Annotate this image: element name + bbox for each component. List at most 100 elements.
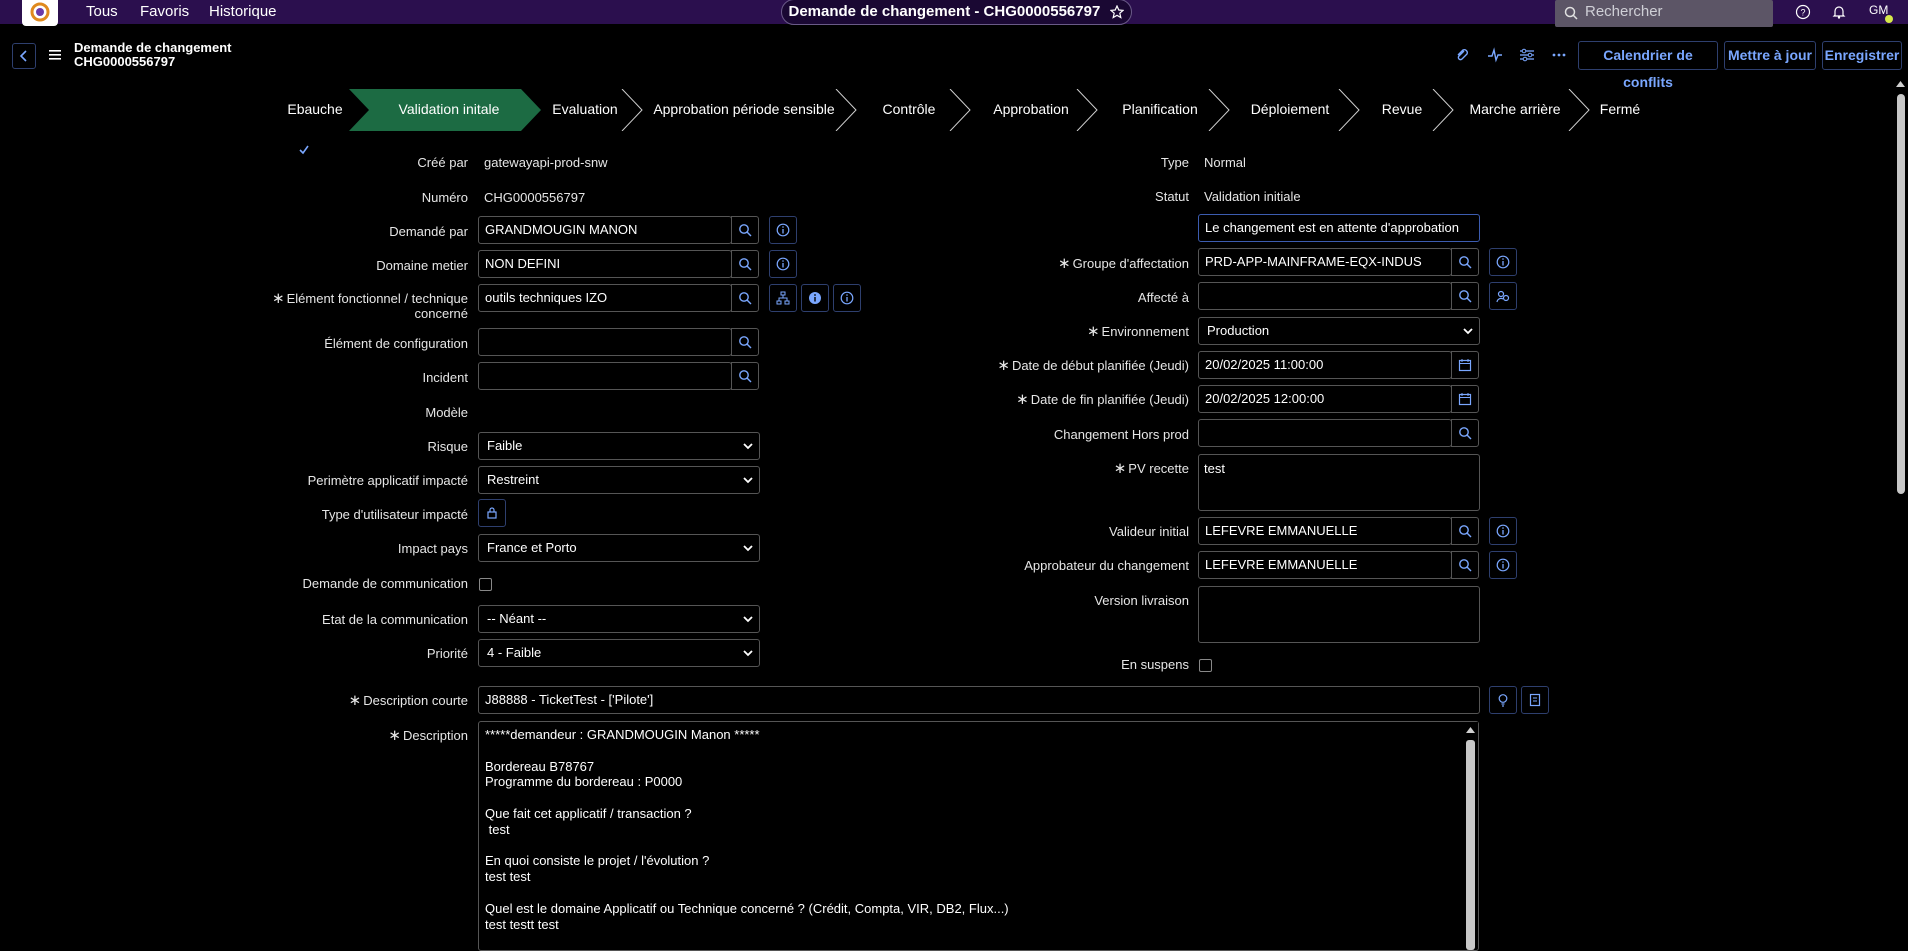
stage-approbation[interactable]: Approbation — [975, 89, 1087, 131]
nav-history[interactable]: Historique — [209, 3, 277, 20]
assigned-to-field[interactable] — [1198, 282, 1452, 310]
business-domain-info-button[interactable] — [769, 250, 797, 278]
planned-start-field[interactable]: 20/02/2025 11:00:00 — [1198, 351, 1452, 379]
template-button[interactable] — [1521, 686, 1549, 714]
page-scroll-thumb[interactable] — [1897, 94, 1905, 494]
required-marker: ∗ — [1016, 391, 1029, 408]
requested-by-field[interactable]: GRANDMOUGIN MANON — [478, 216, 732, 244]
planned-start-calendar-button[interactable] — [1451, 351, 1479, 379]
change-approver-label: Approbateur du changement — [1024, 558, 1189, 573]
avatar[interactable]: GM — [1869, 3, 1888, 17]
record-title-pill[interactable]: Demande de changement - CHG0000556797 — [781, 0, 1132, 25]
stage-ferme[interactable]: Fermé — [1595, 89, 1645, 131]
environment-select[interactable]: Production — [1198, 317, 1480, 345]
assigned-to-lookup-button[interactable] — [1451, 282, 1479, 310]
description-scrollbar[interactable] — [1463, 722, 1478, 950]
incident-lookup-button[interactable] — [731, 362, 759, 390]
more-options-icon[interactable] — [1551, 47, 1567, 63]
risk-select[interactable]: Faible — [478, 432, 760, 460]
hamburger-menu-icon[interactable] — [49, 50, 61, 60]
back-button[interactable] — [12, 43, 36, 69]
nav-all[interactable]: Tous — [86, 3, 118, 20]
functional-element-lookup-button[interactable] — [731, 284, 759, 312]
configuration-item-lookup-button[interactable] — [731, 328, 759, 356]
on-hold-label: En suspens — [1121, 657, 1189, 672]
stage-ebauche[interactable]: Ebauche — [255, 89, 351, 155]
test-report-label: ∗ PV recette — [1113, 460, 1189, 477]
functional-element-alert-button[interactable] — [801, 284, 829, 312]
activity-icon[interactable] — [1487, 47, 1503, 63]
required-marker: ∗ — [997, 357, 1010, 374]
stage-revue[interactable]: Revue — [1367, 89, 1437, 131]
scroll-up-icon[interactable] — [1895, 80, 1906, 88]
change-approver-lookup-button[interactable] — [1451, 551, 1479, 579]
description-textarea[interactable]: *****demandeur : GRANDMOUGIN Manon *****… — [478, 721, 1479, 951]
bell-icon[interactable] — [1831, 4, 1847, 20]
stage-marche-arriere[interactable]: Marche arrière — [1455, 89, 1575, 131]
attachment-icon[interactable] — [1454, 47, 1470, 63]
short-description-field[interactable]: J88888 - TicketTest - ['Pilote'] — [478, 686, 1480, 714]
business-domain-field[interactable]: NON DEFINI — [478, 250, 732, 278]
save-button[interactable]: Enregistrer — [1822, 41, 1902, 70]
assigned-to-users-button[interactable] — [1489, 282, 1517, 310]
communication-state-select[interactable]: -- Néant -- — [478, 605, 760, 633]
state-value: Validation initiale — [1204, 189, 1301, 204]
environment-value: Production — [1207, 323, 1270, 338]
non-prod-change-lookup-button[interactable] — [1451, 419, 1479, 447]
requested-by-lookup-button[interactable] — [731, 216, 759, 244]
personalize-icon[interactable] — [1519, 47, 1535, 63]
country-impact-label: Impact pays — [397, 541, 468, 556]
description-label: ∗ Description — [388, 727, 468, 744]
stage-deploiement[interactable]: Déploiement — [1235, 89, 1345, 131]
assignment-group-lookup-button[interactable] — [1451, 248, 1479, 276]
approval-pending-field[interactable]: Le changement est en attente d'approbati… — [1198, 214, 1480, 242]
description-scroll-thumb[interactable] — [1466, 740, 1475, 950]
stage-evaluation[interactable]: Evaluation — [535, 89, 635, 131]
update-button[interactable]: Mettre à jour — [1724, 41, 1816, 70]
planned-end-field[interactable]: 20/02/2025 12:00:00 — [1198, 385, 1452, 413]
created-by-value: gatewayapi-prod-snw — [484, 155, 608, 170]
dependency-map-button[interactable] — [769, 284, 797, 312]
chevron-down-icon — [742, 648, 754, 658]
communication-request-checkbox[interactable] — [479, 578, 492, 591]
user-type-unlock-button[interactable] — [478, 499, 506, 527]
conflict-calendar-button[interactable]: Calendrier de conflits — [1578, 41, 1718, 90]
non-prod-change-field[interactable] — [1198, 419, 1452, 447]
requested-by-info-button[interactable] — [769, 216, 797, 244]
suggestion-button[interactable] — [1489, 686, 1517, 714]
svg-text:?: ? — [1800, 8, 1805, 18]
functional-element-info-button[interactable] — [833, 284, 861, 312]
presence-dot — [1885, 15, 1893, 23]
help-icon[interactable]: ? — [1795, 4, 1811, 20]
scope-value: Restreint — [487, 472, 540, 487]
assignment-group-info-button[interactable] — [1489, 248, 1517, 276]
change-approver-info-button[interactable] — [1489, 551, 1517, 579]
release-version-textarea[interactable] — [1198, 586, 1480, 643]
test-report-textarea[interactable]: test — [1198, 454, 1480, 511]
priority-select[interactable]: 4 - Faible — [478, 639, 760, 667]
on-hold-checkbox[interactable] — [1199, 659, 1212, 672]
stage-planification[interactable]: Planification — [1105, 89, 1215, 131]
star-icon[interactable] — [1110, 5, 1125, 19]
stage-approbation-periode-sensible[interactable]: Approbation période sensible — [649, 89, 839, 131]
stage-validation-initiale[interactable]: Validation initale — [369, 89, 529, 131]
nav-favorites[interactable]: Favoris — [140, 3, 189, 20]
initial-validator-field[interactable]: LEFEVRE EMMANUELLE — [1198, 517, 1452, 545]
business-domain-lookup-button[interactable] — [731, 250, 759, 278]
functional-element-field[interactable]: outils techniques IZO — [478, 284, 732, 312]
change-approver-field[interactable]: LEFEVRE EMMANUELLE — [1198, 551, 1452, 579]
stage-controle[interactable]: Contrôle — [861, 89, 957, 131]
scope-select[interactable]: Restreint — [478, 466, 760, 494]
configuration-item-field[interactable] — [478, 328, 732, 356]
app-logo[interactable] — [22, 0, 58, 26]
planned-end-calendar-button[interactable] — [1451, 385, 1479, 413]
initial-validator-info-button[interactable] — [1489, 517, 1517, 545]
initial-validator-lookup-button[interactable] — [1451, 517, 1479, 545]
page-scrollbar[interactable] — [1893, 76, 1908, 944]
incident-field[interactable] — [478, 362, 732, 390]
country-impact-select[interactable]: France et Porto — [478, 534, 760, 562]
chevron-down-icon — [742, 475, 754, 485]
global-search[interactable]: Rechercher — [1555, 0, 1773, 27]
assignment-group-field[interactable]: PRD-APP-MAINFRAME-EQX-INDUS — [1198, 248, 1452, 276]
scroll-up-icon[interactable] — [1465, 726, 1476, 734]
